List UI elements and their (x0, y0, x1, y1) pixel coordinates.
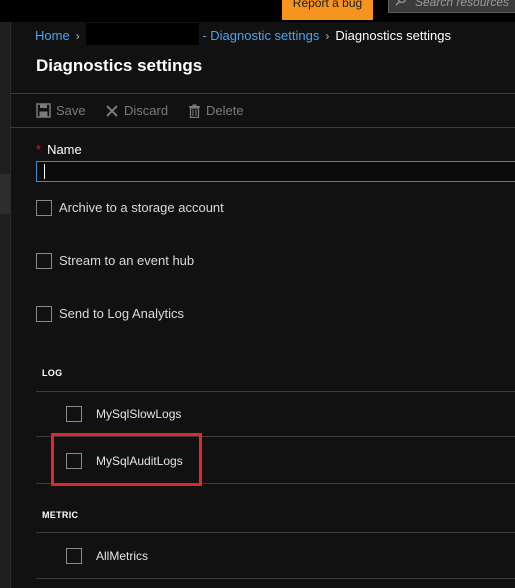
command-toolbar: Save Discard Delete (11, 93, 515, 128)
search-placeholder: Search resources (415, 0, 510, 9)
report-bug-label: Report a bug (292, 0, 363, 10)
log-analytics-label: Send to Log Analytics (59, 306, 185, 322)
name-input[interactable] (36, 161, 515, 182)
search-input[interactable]: Search resources (388, 0, 515, 13)
divider (36, 391, 515, 392)
breadcrumb: Home › - Diagnostic settings › Diagnostics … (35, 22, 451, 45)
archive-storage-label: Archive to a storage account (59, 200, 224, 216)
log-analytics-option[interactable]: Send to Log Analytics (36, 305, 184, 323)
log-analytics-checkbox[interactable] (36, 305, 52, 322)
left-rail (0, 22, 11, 588)
log-section-header: LOG (42, 368, 63, 378)
allmetrics-label: AllMetrics (96, 549, 149, 563)
close-icon (106, 105, 118, 117)
chevron-right-icon: › (325, 29, 330, 43)
save-icon (36, 103, 51, 118)
archive-storage-checkbox[interactable] (36, 199, 52, 216)
metric-section-header: METRIC (42, 510, 79, 520)
report-bug-button[interactable]: Report a bug (282, 0, 373, 20)
breadcrumb-diagnostic-settings[interactable]: - Diagnostic settings (202, 28, 319, 43)
required-marker: * (36, 142, 42, 157)
delete-button[interactable]: Delete (188, 103, 244, 121)
divider (36, 578, 515, 579)
breadcrumb-home[interactable]: Home (35, 28, 70, 43)
discard-button[interactable]: Discard (105, 103, 168, 121)
breadcrumb-current: Diagnostics settings (335, 28, 451, 43)
name-label-text: Name (47, 142, 82, 157)
delete-label: Delete (206, 103, 244, 118)
save-label: Save (56, 103, 86, 118)
top-bar: Report a bug Search resources (0, 0, 515, 22)
left-rail-notch (0, 174, 11, 214)
trash-icon (189, 104, 200, 119)
name-field-label: * Name (36, 142, 82, 157)
text-caret (44, 164, 45, 179)
page-title: Diagnostics settings (36, 56, 203, 75)
divider (36, 532, 515, 533)
search-icon (395, 0, 409, 9)
stream-event-hub-checkbox[interactable] (36, 252, 52, 269)
mysqlslowlogs-label: MySqlSlowLogs (96, 407, 182, 421)
log-item-mysqlslowlogs[interactable]: MySqlSlowLogs (66, 406, 181, 424)
save-button[interactable]: Save (36, 103, 86, 121)
chevron-right-icon: › (75, 29, 80, 43)
highlight-box (51, 433, 202, 486)
redacted-block (85, 22, 199, 45)
stream-event-hub-label: Stream to an event hub (59, 253, 195, 269)
mysqlslowlogs-checkbox[interactable] (66, 406, 82, 422)
metric-item-allmetrics[interactable]: AllMetrics (66, 548, 148, 566)
diagnostics-settings-blade: Home › - Diagnostic settings › Diagnostics … (11, 22, 515, 588)
discard-label: Discard (124, 103, 169, 118)
allmetrics-checkbox[interactable] (66, 548, 82, 564)
stream-event-hub-option[interactable]: Stream to an event hub (36, 252, 194, 270)
archive-storage-option[interactable]: Archive to a storage account (36, 199, 224, 217)
